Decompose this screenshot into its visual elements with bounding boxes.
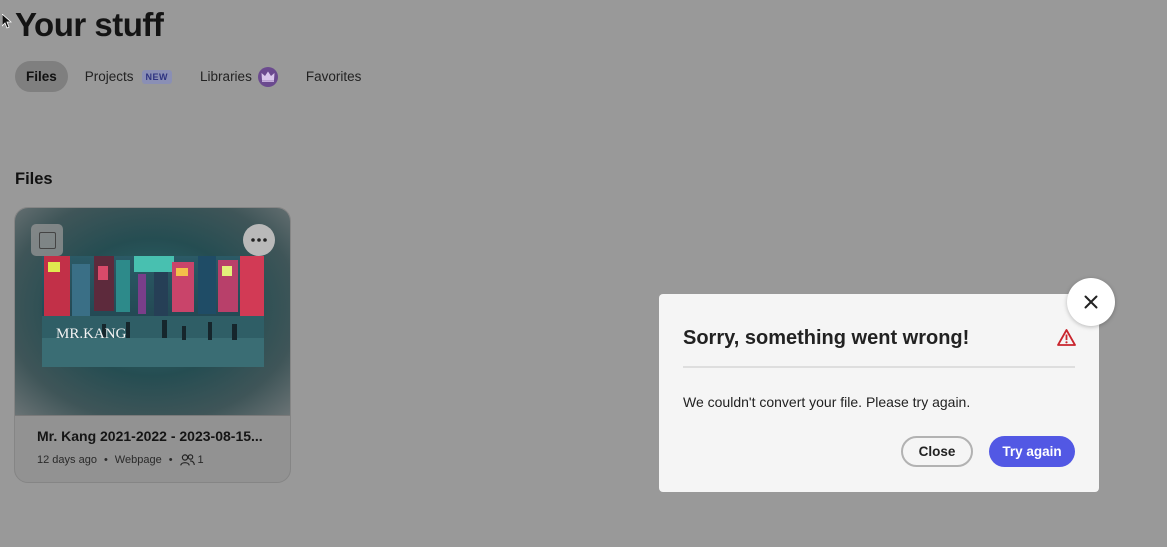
- mouse-cursor-icon: [2, 14, 12, 29]
- tab-libraries-label: Libraries: [200, 69, 252, 84]
- meta-separator: •: [103, 454, 108, 466]
- crown-icon: [257, 66, 278, 87]
- people-icon: [179, 454, 195, 466]
- close-button[interactable]: Close: [901, 436, 973, 467]
- tab-projects-label: Projects: [84, 69, 134, 84]
- tab-libraries[interactable]: Libraries: [189, 61, 289, 92]
- file-name[interactable]: Mr. Kang 2021-2022 - 2023-08-15...: [37, 428, 277, 444]
- tab-favorites-label: Favorites: [305, 69, 362, 84]
- tab-files[interactable]: Files: [15, 61, 68, 92]
- files-section-title: Files: [15, 170, 53, 188]
- page-title: Your stuff: [15, 6, 164, 43]
- meta-separator: •: [168, 454, 173, 466]
- file-modified: 12 days ago: [37, 454, 97, 466]
- collaborator-count: 1: [197, 454, 204, 466]
- alert-icon: [1057, 329, 1076, 346]
- tab-files-label: Files: [26, 69, 57, 84]
- tab-favorites[interactable]: Favorites: [295, 61, 373, 92]
- dialog-message: We couldn't convert your file. Please tr…: [683, 394, 971, 410]
- file-meta: 12 days ago • Webpage • 1: [37, 454, 204, 466]
- close-icon: [1084, 295, 1098, 309]
- tab-projects[interactable]: Projects NEW: [74, 61, 183, 92]
- more-horizontal-icon: [251, 238, 267, 242]
- collaborators: 1: [179, 454, 204, 466]
- dialog-title: Sorry, something went wrong!: [683, 327, 970, 349]
- file-card[interactable]: MR.KANG Mr. Kang 2021-2022 - 2023-08-15.…: [14, 207, 291, 483]
- error-dialog: Sorry, something went wrong! We couldn't…: [659, 294, 1099, 492]
- select-checkbox[interactable]: [31, 224, 63, 256]
- checkbox-box-icon: [38, 231, 56, 249]
- thumbnail-title: MR.KANG: [56, 326, 127, 342]
- try-again-button[interactable]: Try again: [989, 436, 1075, 467]
- dismiss-dialog-button[interactable]: [1067, 278, 1115, 326]
- tab-bar: Files Projects NEW Libraries Favorites: [15, 61, 378, 92]
- file-thumbnail[interactable]: MR.KANG: [15, 208, 290, 416]
- file-type: Webpage: [114, 454, 162, 466]
- more-options-button[interactable]: [243, 224, 275, 256]
- dialog-divider: [683, 366, 1075, 368]
- thumbnail-image: MR.KANG: [42, 256, 264, 367]
- new-badge: NEW: [141, 69, 173, 84]
